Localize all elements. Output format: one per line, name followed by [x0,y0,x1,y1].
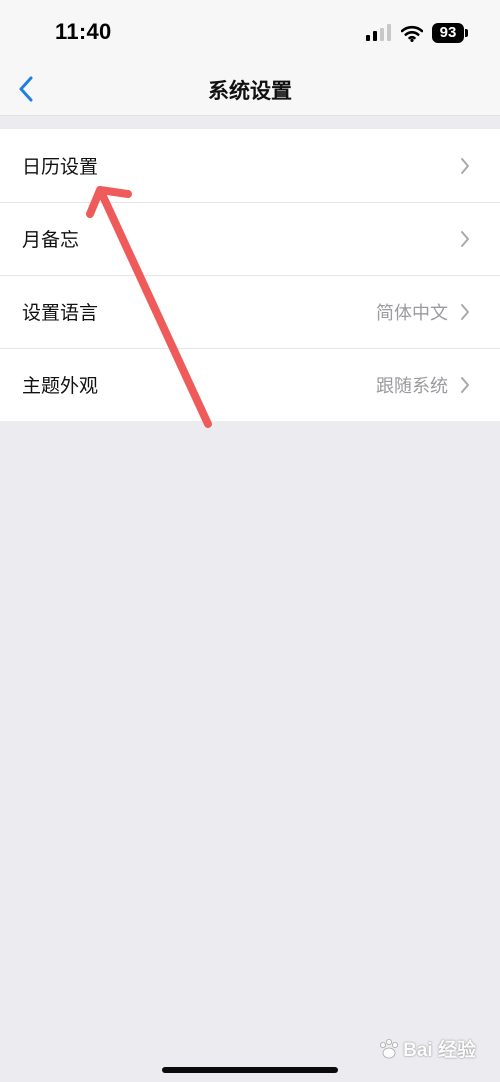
row-label: 月备忘 [22,229,80,251]
battery-indicator: 93 [432,23,468,43]
settings-row-calendar[interactable]: 日历设置 [0,129,500,202]
row-value: 简体中文 [376,302,448,324]
home-indicator[interactable] [162,1067,338,1073]
settings-row-theme[interactable]: 主题外观 跟随系统 [0,348,500,421]
navigation-bar: 系统设置 [0,66,500,116]
watermark: Bai 经验 [378,1035,476,1062]
status-icons: 93 [366,23,468,43]
top-area: 11:40 93 系统设置 [0,0,500,116]
wifi-icon [401,25,423,42]
settings-list: 日历设置 月备忘 设置语言 简体中文 主题外观 跟随系统 [0,129,500,421]
paw-logo-icon [380,1038,399,1058]
row-label: 设置语言 [22,302,99,324]
settings-row-monthly-memo[interactable]: 月备忘 [0,202,500,275]
status-bar: 11:40 93 [0,0,500,66]
row-label: 日历设置 [22,156,99,178]
chevron-right-icon [461,230,469,247]
chevron-right-icon [461,376,469,393]
settings-row-language[interactable]: 设置语言 简体中文 [0,275,500,348]
row-label: 主题外观 [22,375,99,397]
page-title: 系统设置 [208,79,292,103]
status-time: 11:40 [55,19,112,44]
chevron-right-icon [461,157,469,174]
signal-icon [366,24,391,41]
row-value: 跟随系统 [376,375,448,397]
chevron-right-icon [461,303,469,320]
watermark-text: Bai 经验 [403,1040,476,1061]
